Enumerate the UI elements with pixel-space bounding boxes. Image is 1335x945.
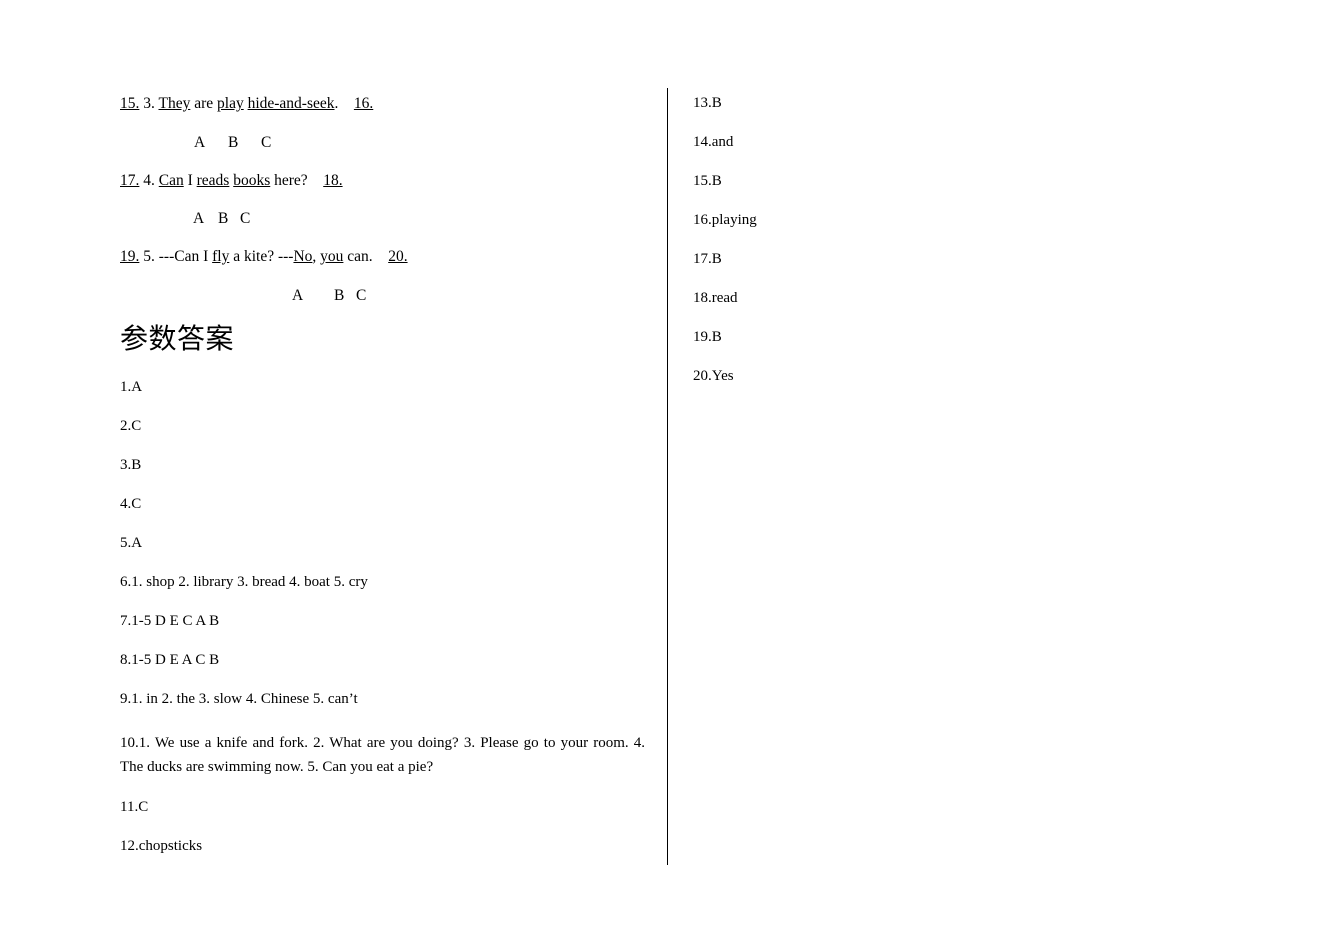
question-blank: hide-and-seek [247,95,335,112]
answer-item: 16.playing [693,212,757,228]
question-blank: They [158,95,191,112]
question-text: a kite? --- [229,248,294,265]
question-blank: Can [158,171,184,189]
question-text: 5. ---Can I [139,248,213,265]
right-column: 13.B 14.and 15.B 16.playing 17.B 18.read 19.B 2… [693,96,993,408]
question-blank: reads [196,171,230,189]
answer-item: 10.1. We use a knife and fork. 2. What a… [120,734,645,776]
question-text: , [312,248,321,265]
option-a[interactable]: A [292,287,303,304]
answer-item: 17.B [693,251,722,267]
option-a[interactable]: A [193,211,204,227]
question-blank: books [233,171,271,189]
question-blank: 20. [388,248,408,265]
question-blank: 15. [120,95,140,112]
question-text: here? [270,171,324,189]
answer-item: 11.C [120,799,149,815]
document-page: 15. 3. They are play hide-and-seek. 16. A… [0,0,1335,945]
question-text: 4. [139,171,159,189]
question-text: are [190,95,218,112]
question-blank: play [217,95,244,112]
answer-item: 4.C [120,495,142,512]
page-title: 参数答案 [120,323,235,355]
answer-list-left: 1.A 2.C 3.B 4.C 5.A 6.1. shop 2. library 3. b… [120,378,650,855]
answer-item: 1.A [120,378,143,395]
option-a[interactable]: A [194,134,205,151]
question-line: 17. 4. Can I reads books here? 18. [120,171,650,189]
question-blank: 17. [120,171,140,189]
answer-item: 13.B [693,95,722,111]
answer-item: 9.1. in 2. the 3. slow 4. Chinese 5. can… [120,690,358,707]
answer-list-right: 13.B 14.and 15.B 16.playing 17.B 18.read 19.B 2… [693,96,993,384]
answer-item: 3.B [120,456,142,473]
question-blank: No [293,248,313,265]
option-b[interactable]: B [228,134,238,151]
option-row: A BC [120,287,650,304]
option-b[interactable]: B [218,211,228,227]
column-divider [667,88,668,865]
answer-item: 12.chopsticks [120,838,203,854]
question-list: 15. 3. They are play hide-and-seek. 16. A… [120,96,650,304]
option-row: A B C [120,134,650,151]
option-row: ABC [120,211,650,227]
question-text: . [334,95,354,112]
answer-item: 20.Yes [693,368,734,384]
answer-item: 8.1-5 D E A C B [120,651,220,668]
option-b[interactable]: B [334,287,344,304]
option-c[interactable]: C [356,287,366,304]
answer-item: 18.read [693,290,738,306]
question-blank: 19. [120,248,140,265]
answer-item: 6.1. shop 2. library 3. bread 4. boat 5.… [120,573,368,590]
question-blank: fly [212,248,230,265]
question-blank: 16. [353,95,374,112]
question-text: can. [343,248,389,265]
question-text: I [183,171,197,189]
question-blank: 18. [323,171,343,189]
option-c[interactable]: C [240,211,250,227]
question-blank: you [320,248,344,265]
answer-item: 19.B [693,329,722,345]
answer-item: 14.and [693,134,734,150]
question-line: 19. 5. ---Can I fly a kite? ---No, you c… [120,249,650,265]
answer-item: 5.A [120,534,143,551]
option-c[interactable]: C [261,134,271,151]
answer-item: 15.B [693,173,722,189]
left-column: 15. 3. They are play hide-and-seek. 16. A… [120,96,650,878]
answer-item: 7.1-5 D E C A B [120,612,220,629]
question-line: 15. 3. They are play hide-and-seek. 16. [120,96,650,112]
answer-item: 2.C [120,417,142,434]
question-text: 3. [139,95,159,112]
